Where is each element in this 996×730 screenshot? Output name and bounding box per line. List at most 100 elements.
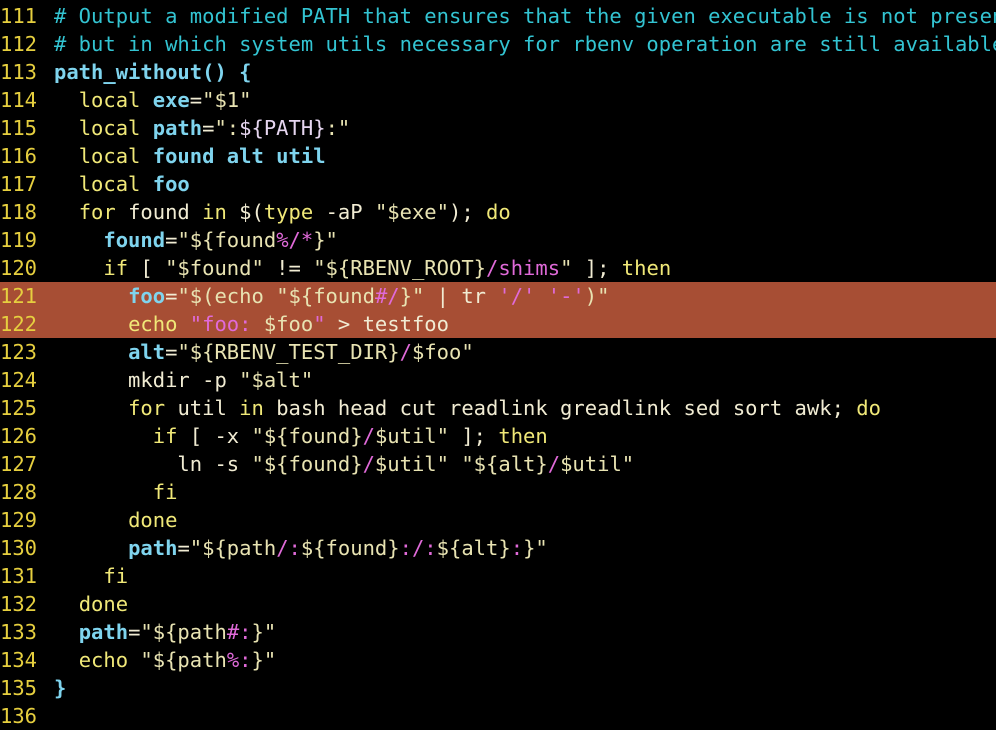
code-token: echo <box>128 312 190 336</box>
code-token: echo <box>78 648 141 672</box>
code-token: do <box>856 396 881 420</box>
code-token: = <box>177 536 190 560</box>
code-token: "${found} <box>251 424 363 448</box>
line-number: 119 <box>0 228 38 252</box>
code-line[interactable]: 125 for util in bash head cut readlink g… <box>0 394 996 422</box>
code-token: local <box>78 88 153 112</box>
code-line[interactable]: 114 local exe="$1" <box>0 86 996 114</box>
code-token: ]; <box>572 256 622 280</box>
code-line[interactable]: 126 if [ -x "${found}/$util" ]; then <box>0 422 996 450</box>
code-line[interactable]: 133 path="${path#:}" <box>0 618 996 646</box>
code-token: () { <box>202 60 252 84</box>
code-token: ${PATH} <box>239 116 326 140</box>
line-number: 123 <box>0 340 38 364</box>
code-token: "$1" <box>202 88 252 112</box>
line-number: 125 <box>0 396 38 420</box>
code-token: #: <box>226 620 252 644</box>
code-token: = <box>128 620 141 644</box>
code-token: type <box>263 200 326 224</box>
code-token: in <box>239 396 277 420</box>
line-number: 117 <box>0 172 38 196</box>
code-line[interactable]: 115 local path=":${PATH}:" <box>0 114 996 142</box>
code-token: foo <box>128 284 166 308</box>
code-token: "${path <box>140 648 227 672</box>
line-code: found="${found%/*}" <box>54 228 338 252</box>
code-token: $( <box>239 200 264 224</box>
code-line[interactable]: 123 alt="${RBENV_TEST_DIR}/$foo" <box>0 338 996 366</box>
code-token: $foo" <box>411 340 474 364</box>
line-number: 121 <box>0 284 38 308</box>
line-code: alt="${RBENV_TEST_DIR}/$foo" <box>54 340 474 364</box>
code-line[interactable]: 134 echo "${path%:}" <box>0 646 996 674</box>
code-line[interactable]: 118 for found in $(type -aP "$exe"); do <box>0 198 996 226</box>
highlighted-code-line[interactable]: 122 echo "foo: $foo" > testfoo <box>0 310 996 338</box>
code-token: / <box>399 340 412 364</box>
code-line[interactable]: 127 ln -s "${found}/$util" "${alt}/$util… <box>0 450 996 478</box>
code-token: "$(echo <box>177 284 277 308</box>
line-code: done <box>54 592 128 616</box>
code-token: / <box>362 452 375 476</box>
code-token: ${alt} <box>436 536 511 560</box>
code-token: }" <box>251 620 277 644</box>
code-line[interactable]: 135} <box>0 674 996 702</box>
code-token: ]; <box>449 424 499 448</box>
code-token: '/' <box>498 284 536 308</box>
code-token: = <box>202 116 215 140</box>
line-number: 131 <box>0 564 38 588</box>
code-token: "$found" <box>165 256 264 280</box>
code-token: bash head cut readlink greadlink sed sor… <box>276 396 857 420</box>
code-token: ln -s <box>54 452 252 476</box>
code-token: "$alt" <box>239 368 314 392</box>
code-token: " <box>560 256 573 280</box>
code-token: "${path <box>189 536 277 560</box>
line-number: 135 <box>0 676 38 700</box>
code-token: = <box>165 228 178 252</box>
code-token: }" <box>399 284 425 308</box>
code-line[interactable]: 113 path_without() { <box>0 58 996 86</box>
code-token: / <box>547 452 561 476</box>
code-token: fi <box>152 480 178 504</box>
code-token: path_without <box>54 60 203 84</box>
highlighted-code-line[interactable]: 121 foo="$(echo "${found#/}" | tr '/' '-… <box>0 282 996 310</box>
code-token: $util" <box>374 452 449 476</box>
code-line[interactable]: 132 done <box>0 590 996 618</box>
code-line[interactable]: 130 path="${path/:${found}:/:${alt}:}" <box>0 534 996 562</box>
code-line[interactable]: 124 mkdir -p "$alt" <box>0 366 996 394</box>
code-token: done <box>128 508 178 532</box>
code-token: found <box>128 200 203 224</box>
code-token: foo <box>152 172 190 196</box>
code-line[interactable]: 112 # but in which system utils necessary… <box>0 30 996 58</box>
code-line[interactable]: 131 fi <box>0 562 996 590</box>
code-token: if <box>103 256 141 280</box>
code-token: : <box>510 536 524 560</box>
code-line[interactable]: 117 local foo <box>0 170 996 198</box>
line-number: 113 <box>0 60 38 84</box>
code-token: mkdir -p <box>54 368 240 392</box>
code-token: #/ <box>374 284 400 308</box>
code-line[interactable]: 119 found="${found%/*}" <box>0 226 996 254</box>
code-line[interactable]: 136 <box>0 702 996 730</box>
code-line[interactable]: 116 local found alt util <box>0 142 996 170</box>
code-token: path <box>128 536 178 560</box>
code-line[interactable]: 129 done <box>0 506 996 534</box>
code-token: for <box>128 396 178 420</box>
code-token: }" <box>251 648 277 672</box>
line-number: 136 <box>0 704 38 728</box>
code-token: in <box>202 200 240 224</box>
code-line[interactable]: 120 if [ "$found" != "${RBENV_ROOT}/shim… <box>0 254 996 282</box>
line-number: 133 <box>0 620 38 644</box>
code-line[interactable]: 111 # Output a modified PATH that ensures… <box>0 2 996 30</box>
code-editor[interactable]: 111 # Output a modified PATH that ensures… <box>0 2 996 730</box>
code-token: $util" <box>560 452 635 476</box>
line-code: echo "foo: $foo" > testfoo <box>54 312 449 336</box>
line-number: 129 <box>0 508 38 532</box>
line-code: local foo <box>54 172 190 196</box>
code-token: alt <box>128 340 166 364</box>
code-line[interactable]: 128 fi <box>0 478 996 506</box>
